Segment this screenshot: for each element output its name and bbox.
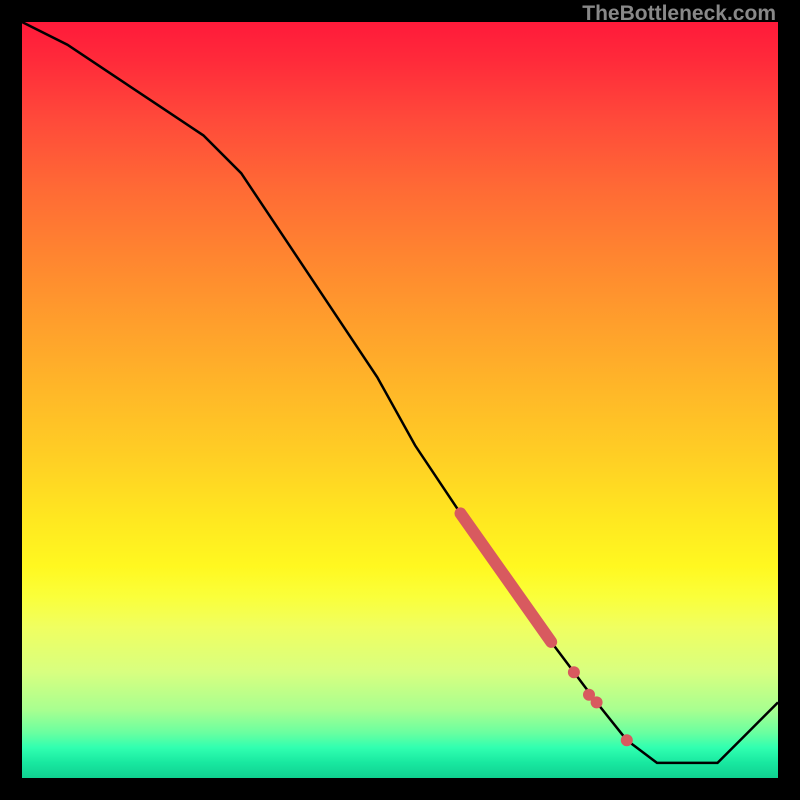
highlight-dot	[591, 696, 603, 708]
highlight-dot	[568, 666, 580, 678]
highlight-dot	[621, 734, 633, 746]
chart-svg	[0, 0, 800, 800]
highlight-segment	[461, 513, 552, 642]
bottleneck-curve	[22, 22, 778, 763]
watermark-text: TheBottleneck.com	[582, 2, 776, 26]
